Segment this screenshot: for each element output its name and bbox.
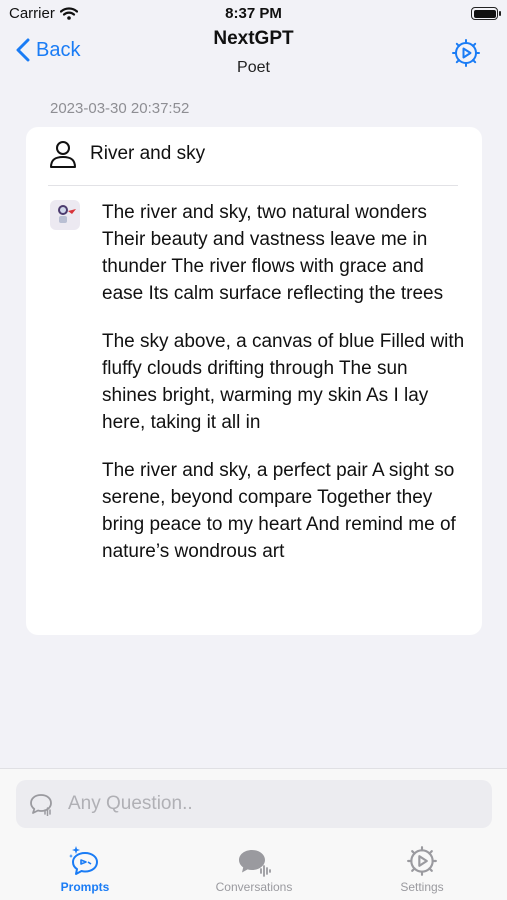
status-time: 8:37 PM: [225, 5, 282, 22]
battery-icon: [471, 7, 501, 20]
question-input[interactable]: Any Question..: [16, 780, 492, 828]
divider: [48, 185, 458, 186]
conversations-icon: [239, 850, 271, 877]
tab-label: Conversations: [215, 880, 293, 894]
bot-avatar: [50, 200, 80, 230]
prompt-text: River and sky: [90, 143, 206, 164]
gear-play-icon: [452, 39, 480, 67]
response-paragraph: The river and sky, a perfect pair A sigh…: [102, 460, 456, 562]
chat-bubble-icon: [30, 794, 52, 816]
tab-label: Settings: [400, 880, 444, 894]
screen: Carrier 8:37 PM Back NextGPT Poet 2023-0…: [0, 0, 507, 900]
status-bar: Carrier 8:37 PM: [0, 0, 507, 28]
settings-button[interactable]: [451, 38, 481, 68]
tab-label: Prompts: [60, 880, 110, 894]
tab-settings[interactable]: Settings: [347, 845, 497, 894]
gear-play-icon: [407, 846, 437, 876]
tab-prompts[interactable]: Prompts: [10, 845, 160, 894]
message-card: River and sky The river and sky, two nat…: [26, 127, 482, 635]
prompt-row: River and sky: [48, 139, 205, 169]
astronaut-icon: [58, 205, 76, 223]
input-placeholder: Any Question..: [68, 793, 193, 814]
message-timestamp: 2023-03-30 20:37:52: [50, 100, 190, 117]
page-title: NextGPT: [213, 28, 294, 49]
tab-conversations[interactable]: Conversations: [179, 845, 329, 894]
response-paragraph: The river and sky, two natural wonders T…: [102, 202, 444, 304]
prompts-icon: [69, 846, 98, 875]
response-paragraph: The sky above, a canvas of blue Filled w…: [102, 331, 465, 433]
person-icon: [50, 141, 76, 168]
page-subtitle: Poet: [237, 59, 270, 76]
response-text: The river and sky, two natural wonders T…: [102, 199, 466, 586]
